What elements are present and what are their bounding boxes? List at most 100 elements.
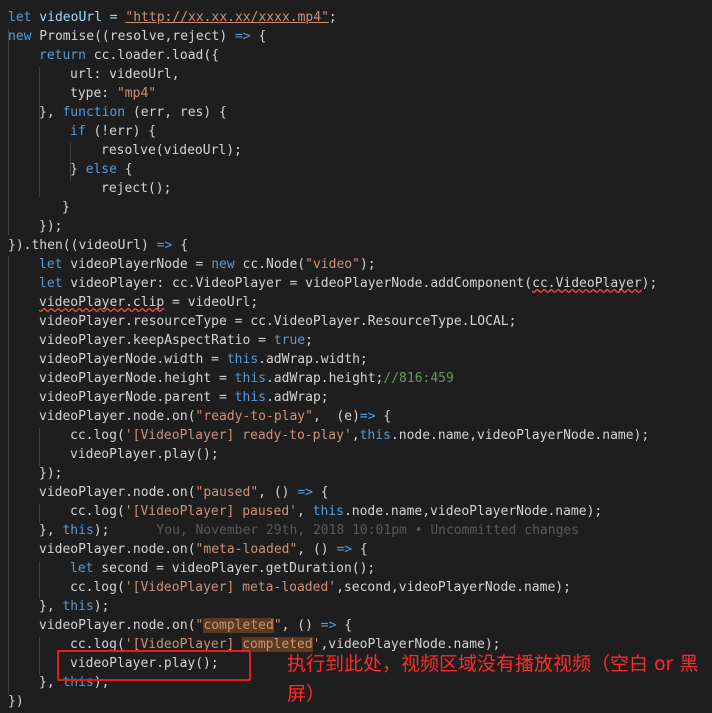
code-token: } [70, 162, 86, 177]
code-token: ); [93, 523, 110, 538]
code-token: => [234, 29, 251, 44]
code-line-5[interactable]: type: "mp4" [70, 84, 156, 103]
code-token: } [62, 200, 70, 215]
code-token: "video" [305, 257, 360, 272]
code-token: (!err) { [85, 124, 157, 139]
code-token: .adWrap.height; [265, 371, 384, 386]
code-token: { [172, 238, 189, 253]
code-line-9[interactable]: } else { [70, 160, 133, 179]
code-token: = videoUrl; [164, 295, 259, 310]
code-line-11[interactable]: } [62, 198, 70, 217]
code-line-28[interactable]: }, this); You, November 29th, 2018 10:01… [39, 521, 579, 540]
code-token: url: videoUrl, [70, 67, 180, 82]
code-line-16[interactable]: videoPlayer.clip = videoUrl; [39, 293, 258, 312]
code-line-19[interactable]: videoPlayerNode.width = this.adWrap.widt… [39, 350, 368, 369]
code-line-17[interactable]: videoPlayer.resourceType = cc.VideoPlaye… [39, 312, 516, 331]
code-line-37[interactable]: }) [8, 692, 24, 711]
code-token: videoPlayerNode.width = [39, 352, 227, 367]
code-token: .adWrap; [265, 390, 329, 405]
code-token: "http://xx.xx.xx/xxxx.mp4" [125, 10, 329, 25]
code-token: let [8, 10, 32, 25]
code-token: => [320, 618, 337, 633]
code-line-6[interactable]: }, function (err, res) { [39, 103, 227, 122]
code-line-2[interactable]: new Promise((resolve,reject) => { [8, 27, 266, 46]
code-token: videoPlayer.keepAspectRatio = [39, 333, 274, 348]
code-token: function [62, 105, 126, 120]
code-line-31[interactable]: cc.log('[VideoPlayer] meta-loaded',secon… [70, 578, 571, 597]
code-token: if [70, 124, 86, 139]
indent-guide [39, 637, 40, 675]
code-token: new [211, 257, 235, 272]
git-blame-annotation: You, November 29th, 2018 10:01pm • Uncom… [109, 523, 580, 538]
code-line-12[interactable]: }); [39, 217, 62, 236]
code-line-7[interactable]: if (!err) { [70, 122, 156, 141]
code-line-32[interactable]: }, this); [39, 597, 109, 616]
code-line-30[interactable]: let second = videoPlayer.getDuration(); [70, 559, 375, 578]
annotation-highlight-box [57, 650, 251, 681]
code-token: '[VideoPlayer] ready-to-play' [124, 428, 352, 443]
code-token: this [62, 523, 94, 538]
code-token: }) [8, 694, 24, 709]
code-line-20[interactable]: videoPlayerNode.height = this.adWrap.hei… [39, 369, 454, 388]
code-token: .node.name,videoPlayerNode.name); [390, 428, 650, 443]
code-token: => [297, 485, 313, 500]
code-line-22[interactable]: videoPlayer.node.on("ready-to-play", (e)… [39, 407, 391, 426]
code-token: cc.log( [70, 580, 125, 595]
code-line-21[interactable]: videoPlayerNode.parent = this.adWrap; [39, 388, 329, 407]
code-token: }, [39, 105, 63, 120]
code-line-13[interactable]: }).then((videoUrl) => { [8, 236, 188, 255]
code-token: videoPlayerNode.height = [39, 371, 235, 386]
code-line-29[interactable]: videoPlayer.node.on("meta-loaded", () =>… [39, 540, 368, 559]
code-line-23[interactable]: cc.log('[VideoPlayer] ready-to-play',thi… [70, 426, 649, 445]
code-line-33[interactable]: videoPlayer.node.on("completed", () => { [39, 616, 352, 635]
code-line-8[interactable]: resolve(videoUrl); [101, 141, 242, 160]
code-token: (err, res) { [125, 105, 227, 120]
code-token: => [359, 409, 376, 424]
code-line-18[interactable]: videoPlayer.keepAspectRatio = true; [39, 331, 313, 350]
code-token: videoPlayerNode.parent = [39, 390, 235, 405]
code-token: cc.loader.load({ [85, 48, 220, 63]
code-token: reject(); [101, 181, 172, 196]
code-token: ); [641, 276, 658, 291]
code-token: }, [39, 599, 63, 614]
code-comment: //816:459 [383, 371, 454, 386]
code-line-26[interactable]: videoPlayer.node.on("paused", () => { [39, 483, 329, 502]
code-line-27[interactable]: cc.log('[VideoPlayer] paused', this.node… [70, 502, 602, 521]
code-line-14[interactable]: let videoPlayerNode = new cc.Node("video… [39, 255, 376, 274]
code-token: videoPlayer.node.on( [39, 409, 196, 424]
code-line-1[interactable]: let videoUrl = "http://xx.xx.xx/xxxx.mp4… [8, 8, 337, 27]
code-token: type: [70, 86, 117, 101]
code-line-24[interactable]: videoPlayer.play(); [70, 445, 219, 464]
code-token: videoPlayer.node.on( [39, 485, 196, 500]
code-token: videoUrl = [31, 10, 126, 25]
code-line-25[interactable]: }); [39, 464, 62, 483]
indent-guide [39, 67, 40, 197]
indent-guide [8, 256, 9, 694]
code-token: { [312, 485, 329, 500]
code-token: }); [39, 219, 63, 234]
code-token: videoPlayer.node.on( [39, 618, 196, 633]
code-line-15[interactable]: let videoPlayer: cc.VideoPlayer = videoP… [39, 274, 657, 293]
code-token: videoPlayer.node.on( [39, 542, 196, 557]
code-token: return [39, 48, 86, 63]
code-editor[interactable]: let videoUrl = "http://xx.xx.xx/xxxx.mp4… [0, 0, 712, 713]
code-token: { [250, 29, 267, 44]
code-line-10[interactable]: reject(); [101, 179, 171, 198]
code-token: ,second,videoPlayerNode.name); [336, 580, 571, 595]
indent-guide [8, 29, 9, 235]
code-line-4[interactable]: url: videoUrl, [70, 65, 180, 84]
code-token: "ready-to-play" [195, 409, 313, 424]
code-token: "mp4" [116, 86, 157, 101]
code-token: this [226, 352, 259, 367]
code-token: this [234, 390, 266, 405]
code-token: , [296, 504, 313, 519]
indent-guide [39, 428, 40, 466]
annotation-note: 执行到此处，视频区域没有播放视频（空白 or 黑屏） [287, 653, 699, 705]
code-token: this [312, 504, 344, 519]
code-line-3[interactable]: return cc.loader.load({ [39, 46, 219, 65]
code-token: { [352, 542, 368, 557]
code-token: '[VideoPlayer] paused' [124, 504, 297, 519]
code-token: "meta-loaded" [195, 542, 298, 557]
code-token: }).then((videoUrl) [8, 238, 157, 253]
code-token: new [8, 29, 32, 44]
